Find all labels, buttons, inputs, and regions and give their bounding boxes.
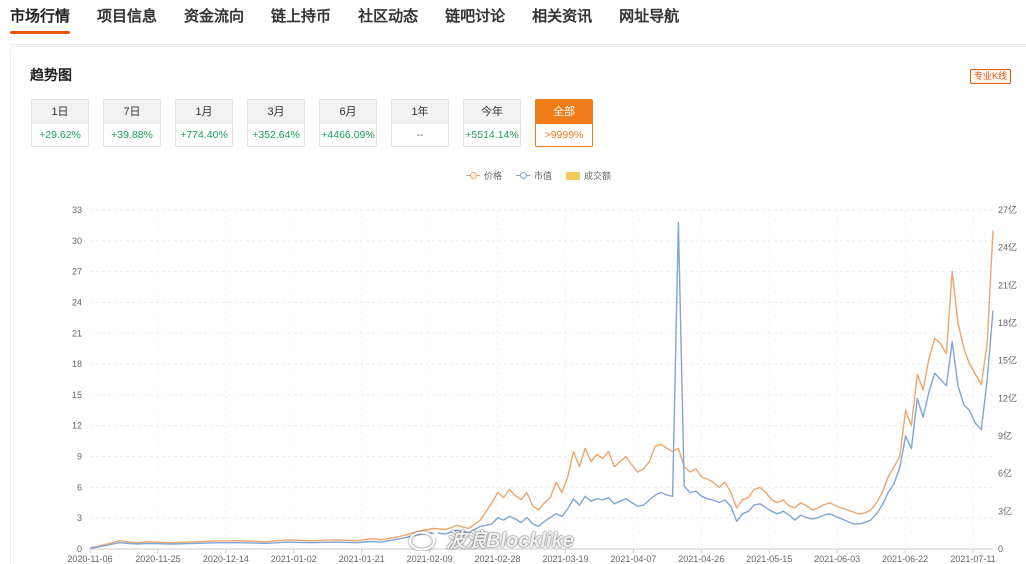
x-tick-label: 2021-01-21	[339, 554, 385, 564]
y-right-tick-label: 12亿	[998, 392, 1017, 403]
y-left-tick-label: 6	[77, 482, 82, 492]
x-tick-label: 2021-05-15	[746, 554, 792, 564]
page: 市场行情 项目信息 资金流向 链上持币 社区动态 链吧讨论 相关资讯 网址导航 …	[0, 0, 1026, 564]
y-right-tick-label: 21亿	[998, 279, 1017, 290]
y-left-tick-label: 24	[72, 297, 82, 307]
y-right-tick-label: 18亿	[998, 317, 1017, 328]
y-left-tick-label: 21	[72, 328, 82, 338]
x-tick-label: 2021-04-26	[678, 554, 724, 564]
y-left-tick-label: 27	[72, 267, 82, 277]
y-right-tick-label: 27亿	[998, 204, 1017, 215]
x-tick-label: 2021-02-28	[475, 554, 521, 564]
x-tick-label: 2021-07-11	[950, 554, 995, 564]
x-tick-label: 2021-01-02	[271, 554, 317, 564]
y-left-tick-label: 18	[72, 359, 82, 369]
trend-chart[interactable]: 0 3 6 9 12 15 18 21 24 27 30 33 0 3亿 6亿 9亿 12亿 15亿 18亿 21亿 2…	[0, 0, 1026, 564]
x-tick-label: 2021-06-22	[882, 554, 928, 564]
y-left-tick-label: 15	[72, 390, 82, 400]
y-left-tick-label: 30	[72, 236, 82, 246]
x-tick-label: 2021-04-07	[610, 554, 656, 564]
x-tick-label: 2021-06-03	[814, 554, 860, 564]
y-left-tick-label: 9	[77, 452, 82, 462]
x-tick-label: 2020-11-06	[67, 554, 112, 564]
x-tick-label: 2021-03-19	[542, 554, 588, 564]
y-right-tick-label: 15亿	[998, 355, 1017, 366]
x-tick-label: 2020-12-14	[203, 554, 249, 564]
y-right-tick-label: 9亿	[998, 430, 1012, 441]
y-right-tick-label: 3亿	[998, 505, 1012, 516]
y-left-tick-label: 3	[77, 513, 82, 523]
y-left-tick-label: 12	[72, 421, 82, 431]
y-right-tick-label: 6亿	[998, 468, 1012, 479]
y-right-tick-label: 24亿	[998, 242, 1017, 253]
y-right-tick-label: 0	[998, 544, 1003, 554]
y-left-tick-label: 0	[77, 544, 82, 554]
x-tick-label: 2021-02-09	[407, 554, 453, 564]
x-tick-label: 2020-11-25	[135, 554, 180, 564]
y-left-tick-label: 33	[72, 205, 82, 215]
